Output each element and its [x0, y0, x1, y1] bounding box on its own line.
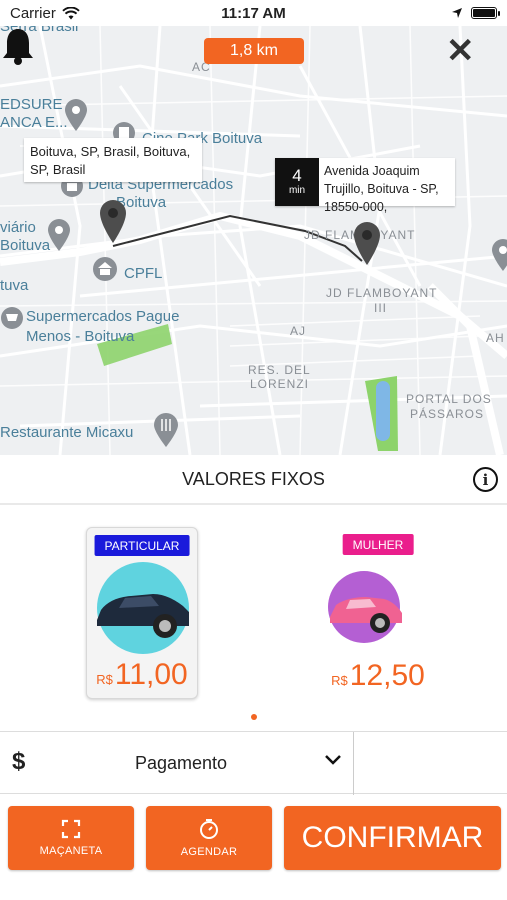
cart-pin-icon[interactable]	[0, 306, 24, 336]
map-label: III	[374, 301, 388, 315]
eta-unit: min	[288, 185, 306, 196]
map-label: PORTAL DOS	[406, 392, 492, 406]
map-label: JD FLAMBOYANT	[326, 286, 438, 300]
poi-pin-icon[interactable]	[490, 238, 507, 272]
ride-option-particular[interactable]: PARTICULAR R$11,00	[86, 527, 198, 699]
handle-button[interactable]: MAÇANETA	[8, 806, 134, 870]
price-currency: R$	[331, 673, 348, 688]
map-label: EDSURE	[0, 96, 63, 113]
map-label: Menos - Boituva	[26, 328, 135, 345]
option-tag: MULHER	[342, 534, 414, 555]
price-value: 11,00	[114, 658, 188, 691]
option-price: R$11,00	[87, 658, 197, 692]
destination-callout[interactable]: 4 min Avenida Joaquim Trujillo, Boituva …	[275, 158, 455, 214]
schedule-button[interactable]: AGENDAR	[146, 806, 272, 870]
chevron-down-icon[interactable]	[324, 754, 342, 766]
restaurant-pin-icon[interactable]	[152, 412, 180, 448]
poi-pin-icon[interactable]	[63, 98, 89, 132]
poi-pin-icon[interactable]	[46, 218, 72, 252]
map-label: Restaurante Micaxu	[0, 424, 134, 441]
option-tag: PARTICULAR	[94, 535, 190, 556]
map-label: AJ	[290, 324, 307, 338]
page-indicator-dot[interactable]	[251, 714, 257, 720]
origin-pin-icon[interactable]	[98, 198, 128, 244]
map-label: PÁSSAROS	[410, 407, 485, 421]
timer-icon	[200, 819, 218, 839]
map-label: tuva	[0, 277, 29, 294]
status-bar: Carrier 11:17 AM	[0, 0, 507, 26]
payment-label: Pagamento	[135, 753, 228, 773]
close-icon[interactable]: ✕	[446, 34, 475, 68]
panel-title: VALORES FIXOS	[0, 455, 507, 505]
fullscreen-icon	[61, 819, 81, 839]
map-label: viário	[0, 219, 36, 236]
destination-pin-icon[interactable]	[352, 220, 382, 266]
option-price: R$12,50	[322, 659, 434, 693]
map-label: ANCA E...	[0, 114, 68, 131]
handle-button-label: MAÇANETA	[39, 845, 103, 857]
map-view[interactable]: Serra Brasil EDSURE ANCA E... Cine Park …	[0, 26, 507, 455]
payment-selector[interactable]: $ Pagamento	[0, 731, 507, 795]
schedule-button-label: AGENDAR	[180, 846, 238, 858]
wifi-icon	[62, 6, 80, 19]
map-label: RES. DEL	[248, 363, 311, 377]
distance-badge: 1,8 km	[204, 38, 304, 64]
location-arrow-icon	[452, 8, 462, 18]
bell-icon[interactable]	[0, 26, 36, 66]
origin-callout[interactable]: Boituva, SP, Brasil, Boituva, SP, Brasil	[24, 138, 202, 182]
map-label: LORENZI	[250, 377, 310, 391]
divider	[353, 732, 354, 795]
dollar-icon: $	[12, 748, 26, 775]
map-label: AH	[486, 331, 505, 345]
confirm-button[interactable]: CONFIRMAR	[284, 806, 501, 870]
battery-icon	[471, 7, 500, 19]
destination-address: Avenida Joaquim Trujillo, Boituva - SP, …	[324, 164, 439, 214]
building-pin-icon[interactable]	[92, 256, 118, 286]
map-label: CPFL	[124, 265, 163, 282]
price-currency: R$	[96, 672, 113, 687]
eta-box: 4 min	[275, 158, 319, 206]
info-icon[interactable]: i	[473, 467, 498, 492]
eta-value: 4	[292, 166, 302, 185]
car-icon	[328, 571, 402, 643]
carrier-label: Carrier	[10, 4, 56, 22]
car-icon	[97, 562, 189, 654]
map-label: Boituva	[0, 237, 51, 254]
ride-option-mulher[interactable]: MULHER R$12,50	[322, 527, 434, 699]
price-value: 12,50	[349, 659, 425, 692]
map-label: Supermercados Pague	[26, 308, 180, 325]
